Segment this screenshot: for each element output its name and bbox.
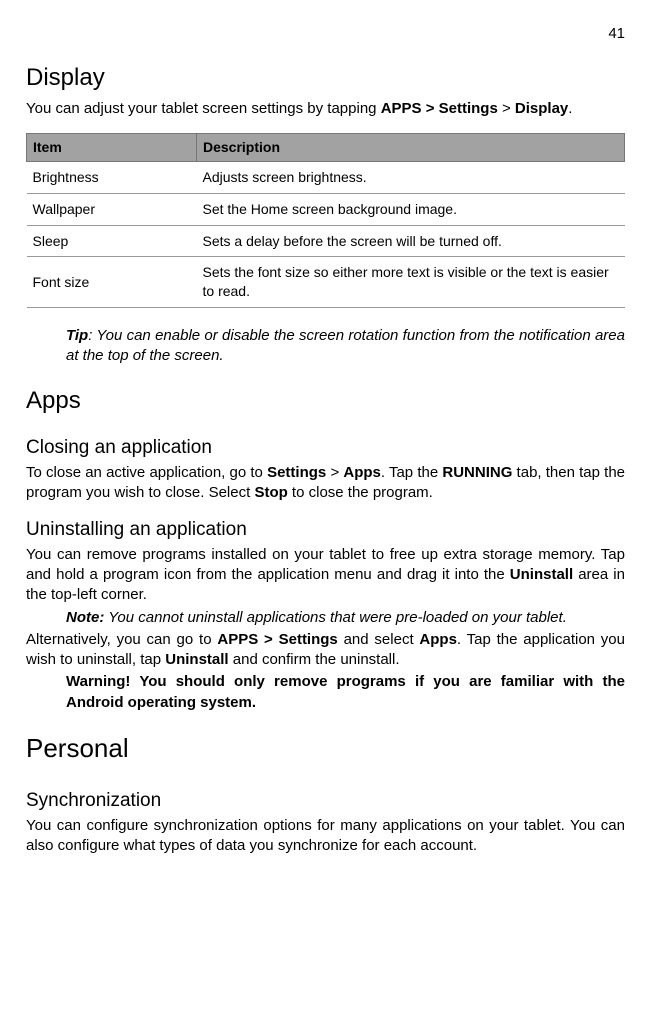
text-bold: Uninstall (510, 566, 573, 583)
heading-display: Display (26, 62, 625, 94)
tip-label: Tip (66, 327, 88, 344)
text-bold: Stop (254, 484, 287, 501)
uninstall-paragraph-2: Alternatively, you can go to APPS > Sett… (26, 630, 625, 671)
table-row: Font size Sets the font size so either m… (27, 257, 625, 308)
heading-closing-app: Closing an application (26, 435, 625, 461)
table-row: Brightness Adjusts screen brightness. (27, 161, 625, 193)
cell-desc: Sets a delay before the screen will be t… (197, 225, 625, 257)
cell-item: Sleep (27, 225, 197, 257)
heading-synchronization: Synchronization (26, 788, 625, 814)
closing-app-paragraph: To close an active application, go to Se… (26, 463, 625, 504)
cell-desc: Set the Home screen background image. (197, 193, 625, 225)
table-header-row: Item Description (27, 133, 625, 161)
display-table: Item Description Brightness Adjusts scre… (26, 133, 625, 308)
sync-paragraph: You can configure synchronization option… (26, 816, 625, 857)
heading-uninstalling-app: Uninstalling an application (26, 517, 625, 543)
heading-apps: Apps (26, 385, 625, 417)
cell-desc: Adjusts screen brightness. (197, 161, 625, 193)
text: and confirm the uninstall. (229, 651, 400, 668)
text: Alternatively, you can go to (26, 631, 217, 648)
text-bold: Apps (419, 631, 457, 648)
table-row: Sleep Sets a delay before the screen wil… (27, 225, 625, 257)
text: to close the program. (288, 484, 433, 501)
text: To close an active application, go to (26, 464, 267, 481)
text: > (326, 464, 343, 481)
text: > (498, 100, 515, 117)
text: You can adjust your tablet screen settin… (26, 100, 381, 117)
text-bold: Uninstall (165, 651, 228, 668)
uninstall-paragraph-1: You can remove programs installed on you… (26, 545, 625, 606)
note-text: You cannot uninstall applications that w… (104, 609, 567, 626)
heading-personal: Personal (26, 731, 625, 766)
text-bold: APPS > Settings (381, 100, 498, 117)
text: and select (338, 631, 420, 648)
text-bold: Settings (267, 464, 326, 481)
page-number: 41 (26, 24, 625, 44)
text: . (568, 100, 572, 117)
cell-item: Font size (27, 257, 197, 308)
display-intro: You can adjust your tablet screen settin… (26, 99, 625, 119)
text-bold: RUNNING (442, 464, 512, 481)
tip-text: : You can enable or disable the screen r… (66, 327, 625, 364)
text-bold: Apps (343, 464, 381, 481)
text-bold: Display (515, 100, 568, 117)
note-label: Note: (66, 609, 104, 626)
cell-item: Wallpaper (27, 193, 197, 225)
col-description: Description (197, 133, 625, 161)
text-bold: APPS > Settings (217, 631, 337, 648)
cell-item: Brightness (27, 161, 197, 193)
table-row: Wallpaper Set the Home screen background… (27, 193, 625, 225)
text: . Tap the (381, 464, 442, 481)
col-item: Item (27, 133, 197, 161)
warning-block: Warning! You should only remove programs… (66, 672, 625, 713)
note-block: Note: You cannot uninstall applications … (66, 608, 625, 628)
tip-block: Tip: You can enable or disable the scree… (66, 326, 625, 367)
cell-desc: Sets the font size so either more text i… (197, 257, 625, 308)
